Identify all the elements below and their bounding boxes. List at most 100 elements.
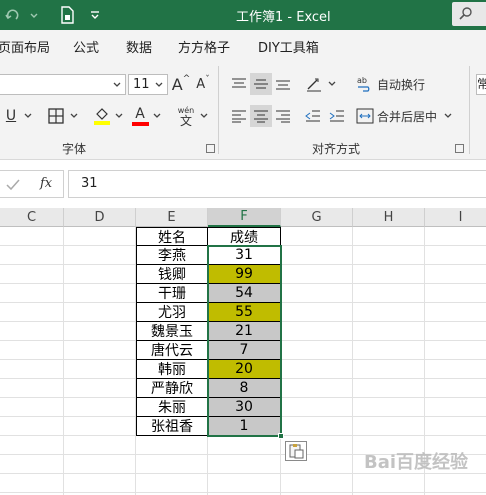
tab-diy-toolbox[interactable]: DIY工具箱 <box>258 37 319 56</box>
fill-handle[interactable] <box>278 433 284 439</box>
column-header-h[interactable]: H <box>353 208 425 227</box>
font-color-dropdown-icon[interactable] <box>151 105 163 127</box>
top-align-button[interactable] <box>228 73 250 95</box>
font-dialog-launcher-icon[interactable] <box>206 144 215 153</box>
align-left-button[interactable] <box>228 105 250 127</box>
underline-icon: U <box>5 108 17 124</box>
phonetic-char: 文 <box>179 114 192 128</box>
table-row-score[interactable]: 55 <box>208 303 281 322</box>
table-row-score[interactable]: 7 <box>208 341 281 360</box>
font-color-icon: A <box>135 105 145 122</box>
align-right-button[interactable] <box>272 105 294 127</box>
insert-function-icon[interactable]: fx <box>40 176 52 191</box>
wrap-text-label: 自动换行 <box>377 77 426 92</box>
formula-value: 31 <box>81 176 98 191</box>
menu-bar: 页面布局 公式 数据 方方格子 DIY工具箱 <box>0 30 486 60</box>
grow-font-button[interactable]: A ^ <box>170 73 192 95</box>
fill-color-button[interactable] <box>92 104 112 128</box>
merge-center-label: 合并后居中 <box>377 109 438 124</box>
tab-page-layout[interactable]: 页面布局 <box>0 37 50 56</box>
table-row-score[interactable]: 54 <box>208 284 281 303</box>
table-row-name[interactable]: 朱丽 <box>136 398 208 417</box>
alignment-group-label: 对齐方式 <box>312 142 361 156</box>
alignment-dialog-launcher-icon[interactable] <box>455 144 464 153</box>
align-center-button[interactable] <box>250 105 272 127</box>
shrink-font-button[interactable]: Aˇ <box>192 73 214 95</box>
borders-dropdown-icon[interactable] <box>68 105 80 127</box>
column-header-c[interactable]: C <box>0 208 64 227</box>
ribbon: 11 A ^ Aˇ U A wén 文 字体 ab 自动换行 合并后居中 对齐方… <box>0 60 486 160</box>
underline-button[interactable]: U <box>2 105 20 127</box>
merge-center-button[interactable]: 合并后居中 <box>356 104 466 128</box>
table-row-score[interactable]: 31 <box>208 246 281 265</box>
increase-indent-icon <box>329 110 344 122</box>
table-row-name[interactable]: 干珊 <box>136 284 208 303</box>
phonetic-dropdown-icon[interactable] <box>198 105 210 127</box>
watermark-logo: Bai百度经验 <box>364 452 469 473</box>
table-row-score[interactable]: 21 <box>208 322 281 341</box>
search-box[interactable] <box>452 2 486 26</box>
ribbon-separator <box>218 66 219 154</box>
column-header-g[interactable]: G <box>281 208 353 227</box>
tab-fangfangezi[interactable]: 方方格子 <box>178 37 230 56</box>
window-title: 工作簿1 - Excel <box>236 10 331 25</box>
increase-indent-button[interactable] <box>326 105 348 127</box>
table-header-score[interactable]: 成绩 <box>208 227 281 246</box>
table-row-name[interactable]: 严静欣 <box>136 379 208 398</box>
table-row-score[interactable]: 8 <box>208 379 281 398</box>
phonetic-guide-button[interactable]: wén 文 <box>174 104 198 128</box>
customize-quick-access-icon[interactable] <box>86 4 104 26</box>
paint-bucket-icon <box>94 108 110 125</box>
table-row-name[interactable]: 唐代云 <box>136 341 208 360</box>
tab-formulas[interactable]: 公式 <box>73 37 99 56</box>
title-bar: 工作簿1 - Excel <box>0 0 486 30</box>
orientation-button[interactable] <box>302 73 326 95</box>
table-row-name[interactable]: 李燕 <box>136 246 208 265</box>
table-row-name[interactable]: 魏景玉 <box>136 322 208 341</box>
table-row-name[interactable]: 张祖香 <box>136 417 208 436</box>
decrease-indent-button[interactable] <box>302 105 324 127</box>
borders-icon <box>48 108 64 124</box>
font-group-label: 字体 <box>62 142 87 156</box>
paste-options-button[interactable] <box>285 441 307 461</box>
table-header-name[interactable]: 姓名 <box>136 227 208 246</box>
column-header-i[interactable]: I <box>425 208 486 227</box>
table-row-score[interactable]: 1 <box>208 417 281 436</box>
font-name-combo[interactable] <box>0 74 126 95</box>
column-header-f[interactable]: F <box>208 208 281 227</box>
borders-button[interactable] <box>46 105 66 127</box>
bottom-align-button[interactable] <box>272 73 294 95</box>
table-row-name[interactable]: 韩丽 <box>136 360 208 379</box>
orientation-dropdown-icon[interactable] <box>326 73 338 95</box>
top-align-icon <box>232 78 246 88</box>
formula-input[interactable]: 31 <box>68 170 486 198</box>
table-row-name[interactable]: 尤羽 <box>136 303 208 322</box>
wrap-text-icon: ab <box>357 76 370 92</box>
table-row-score[interactable]: 99 <box>208 265 281 284</box>
redo-dropdown-icon[interactable] <box>24 4 44 26</box>
tab-data[interactable]: 数据 <box>126 37 152 56</box>
underline-dropdown-icon[interactable] <box>22 105 34 127</box>
font-size-value: 11 <box>133 77 150 92</box>
merge-dropdown-icon[interactable] <box>443 111 453 121</box>
align-center-icon <box>254 110 268 123</box>
fill-color-dropdown-icon[interactable] <box>113 105 125 127</box>
document-save-icon[interactable] <box>56 4 78 26</box>
table-row-score[interactable]: 20 <box>208 360 281 379</box>
wrap-text-button[interactable]: ab 自动换行 <box>356 72 456 96</box>
column-header-e[interactable]: E <box>136 208 208 227</box>
number-format-combo[interactable]: 常 <box>476 74 486 95</box>
table-row-name[interactable]: 钱卿 <box>136 265 208 284</box>
decrease-indent-icon <box>305 110 320 122</box>
shrink-font-icon: A <box>196 76 206 92</box>
font-color-button[interactable]: A <box>130 104 150 128</box>
font-size-combo[interactable]: 11 <box>128 74 168 95</box>
text-orientation-icon <box>307 78 321 92</box>
grid-line <box>0 492 486 493</box>
align-left-icon <box>232 110 246 123</box>
table-row-score[interactable]: 30 <box>208 398 281 417</box>
column-header-d[interactable]: D <box>64 208 136 227</box>
enter-check-icon[interactable] <box>6 179 20 191</box>
middle-align-button[interactable] <box>250 73 272 95</box>
redo-icon[interactable] <box>2 4 24 26</box>
